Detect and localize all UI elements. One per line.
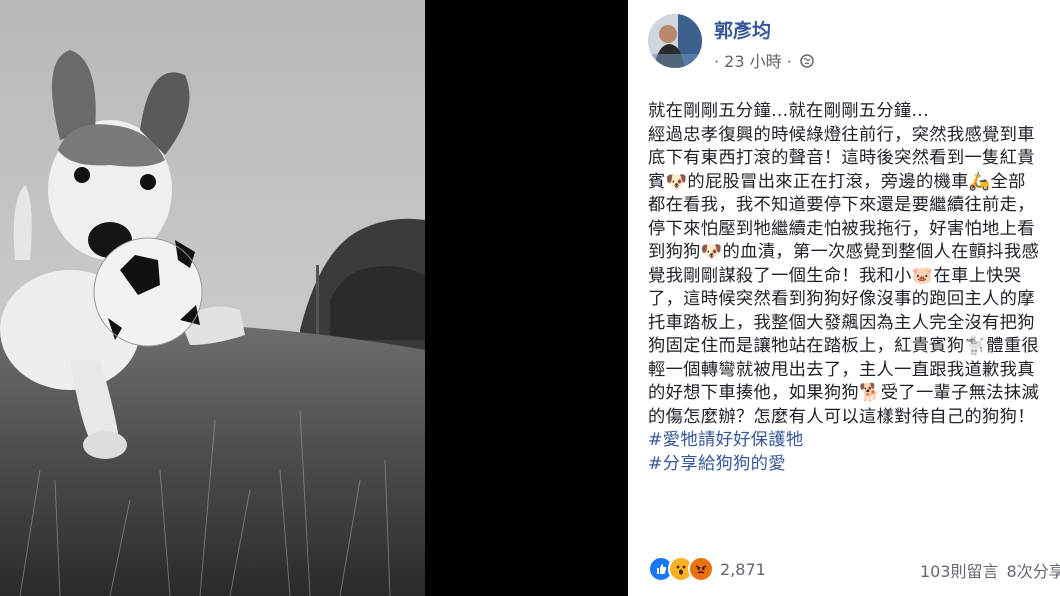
post-text-line: 的傷怎麼辦？怎麼有人可以這樣對待自己的狗狗！ (648, 406, 1035, 427)
hashtag-link[interactable]: #分享給狗狗的愛 (648, 453, 1060, 477)
post-timestamp[interactable]: · 23 小時 · (714, 48, 792, 72)
post-text-line: 的好想下車揍他，如果狗狗🐕受了一輩子無法抹滅 (648, 383, 1040, 403)
post-text-line: 底下有東西打滾的聲音！這時後突然看到一隻紅貴 (648, 148, 1035, 168)
comments-count-link[interactable]: 103則留言 (920, 562, 999, 581)
post-text-line: 就在剛剛五分鐘...就在剛剛五分鐘... (648, 101, 929, 121)
author-avatar[interactable] (648, 14, 702, 68)
post-body: 就在剛剛五分鐘...就在剛剛五分鐘... 經過忠孝復興的時候綠燈往前行，突然我感… (648, 100, 1060, 476)
reactions-summary[interactable]: 2,871 (648, 556, 766, 582)
globe-icon (800, 53, 814, 68)
post-text-line: 輕一個轉彎就被甩出去了，主人一直跟我道歉我真 (648, 359, 1035, 380)
post-meta: · 23 小時 · (714, 48, 814, 72)
dog-with-ball-image (0, 0, 425, 596)
author-name[interactable]: 郭彥均 (714, 16, 771, 43)
post-text-line: 了，這時候突然看到狗狗好像沒事的跑回主人的摩 (648, 289, 1035, 309)
post-text-line: 都在看我，我不知道要停下來還是要繼續往前走， (648, 195, 1035, 215)
post-text-line: 到狗狗🐶的血漬，第一次感覺到整個人在顫抖我感 (648, 242, 1040, 262)
post-stats: 103則留言 8次分享 (920, 558, 1060, 582)
post-text-line: 賓🐶的屁股冒出來正在打滾，旁邊的機車🛵全部 (648, 171, 1026, 192)
post-photo[interactable] (0, 0, 425, 596)
post-text-line: 狗固定住而是讓牠站在踏板上，紅貴賓狗🐩體重很 (648, 336, 1040, 356)
post-text-line: 托車踏板上，我整個大發飆因為主人完全沒有把狗 (648, 312, 1035, 333)
shares-count-link[interactable]: 8次分享 (1007, 562, 1060, 581)
reaction-count: 2,871 (720, 559, 766, 579)
post-text-line: 覺我剛剛謀殺了一個生命！我和小🐷在車上快哭 (648, 265, 1022, 286)
hashtag-link[interactable]: #愛牠請好好保護牠 (648, 429, 1060, 453)
angry-icon (688, 556, 714, 582)
post-panel: 郭彥均 · 23 小時 · 就在剛剛五分鐘...就在剛剛五分鐘... 經過忠孝復… (628, 0, 1060, 596)
post-text-line: 經過忠孝復興的時候綠燈往前行，突然我感覺到車 (648, 124, 1035, 145)
post-text-line: 停下來怕壓到牠繼續走怕被我拖行，好害怕地上看 (648, 218, 1035, 239)
